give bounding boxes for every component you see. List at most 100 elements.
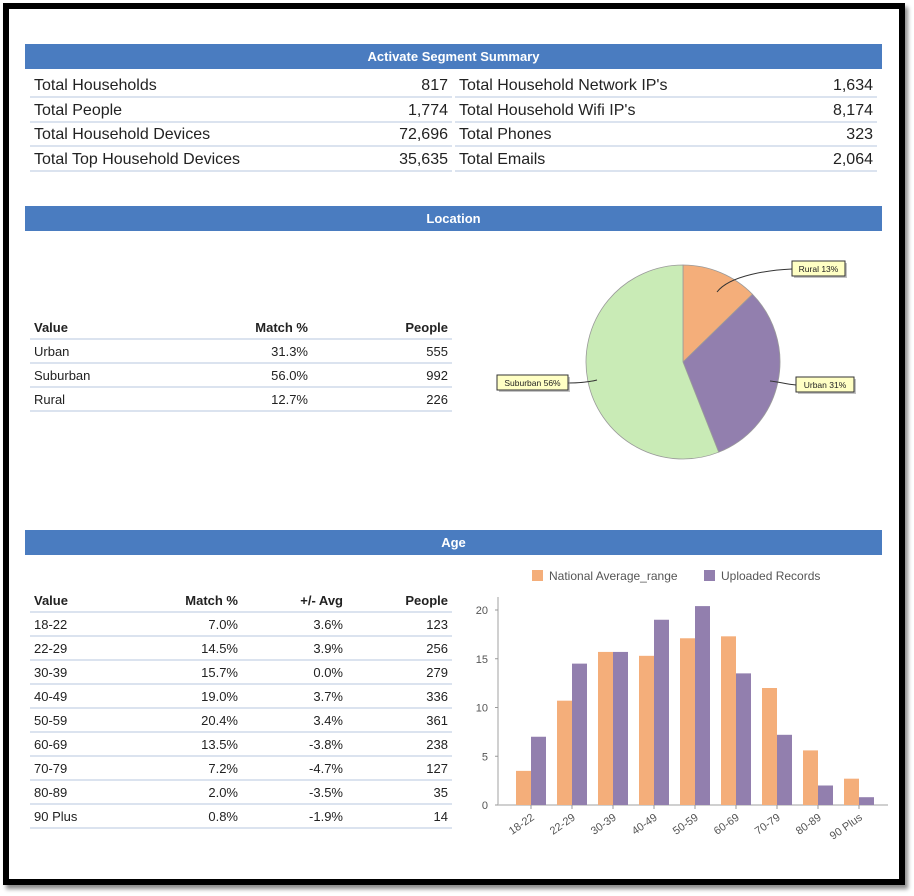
chart-legend: National Average_range Uploaded Records [532,569,820,583]
summary-row: Total People 1,774 [30,99,452,123]
pie-callout-label: Rural 13% [799,264,839,274]
table-cell: 0.8% [208,809,238,824]
summary-row: Total Household Wifi IP's 8,174 [455,99,877,123]
table-cell: 19.0% [201,689,238,704]
table-row: 90 Plus 0.8% -1.9% 14 [30,805,452,829]
table-row: 50-59 20.4% 3.4% 361 [30,709,452,733]
table-cell: 31.3% [271,344,308,359]
x-tick-label: 50-59 [671,812,701,838]
x-tick-label: 22-29 [548,812,578,838]
summary-label: Total Top Household Devices [34,150,241,168]
summary-value: 2,064 [832,150,873,168]
table-cell: 35 [433,785,448,800]
legend-swatch [704,570,715,581]
summary-label: Total Household Wifi IP's [459,101,636,119]
summary-value: 1,774 [407,101,448,119]
table-cell: 3.6% [313,617,343,632]
table-cell: 3.9% [313,641,343,656]
legend-label: National Average_range [549,569,678,583]
age-header: Age [25,530,882,555]
table-cell: -3.5% [309,785,343,800]
summary-value: 817 [421,77,448,94]
table-cell: 15.7% [201,665,238,680]
table-header-row: Value Match % +/- Avg People [30,589,452,613]
table-cell: 361 [426,713,448,728]
bar-uploaded-records [572,663,587,805]
bar-uploaded-records [818,785,833,805]
table-cell: 14 [433,809,448,824]
bar-uploaded-records [777,734,792,805]
table-row: Urban 31.3% 555 [30,340,452,364]
bar-uploaded-records [859,797,874,805]
table-cell: Suburban [34,368,91,383]
table-cell: 20.4% [201,713,238,728]
column-header: Match % [255,320,308,335]
x-tick-label: 18-22 [507,812,537,838]
table-cell: -4.7% [309,761,343,776]
bar-national-average [721,636,736,805]
bar-national-average [598,651,613,805]
x-tick-label: 60-69 [712,812,742,838]
table-cell: 3.7% [313,689,343,704]
table-cell: 12.7% [271,392,308,407]
bar-national-average [762,688,777,805]
summary-label: Total Household Network IP's [459,77,668,94]
y-tick-label: 15 [476,654,488,666]
table-row: 80-89 2.0% -3.5% 35 [30,781,452,805]
table-row: 60-69 13.5% -3.8% 238 [30,733,452,757]
pie-callout-label: Urban 31% [804,380,847,390]
table-cell: 50-59 [34,713,68,728]
table-cell: 13.5% [201,737,238,752]
table-cell: 3.4% [313,713,343,728]
location-pie-chart: Rural 13% Urban 31% Suburban 56% [496,260,856,460]
table-row: 22-29 14.5% 3.9% 256 [30,637,452,661]
table-cell: 56.0% [271,368,308,383]
bar-uploaded-records [654,619,669,805]
y-tick-label: 5 [482,751,488,763]
table-cell: 256 [426,641,448,656]
table-cell: 992 [426,368,448,383]
column-header: Match % [185,593,238,608]
summary-row: Total Household Network IP's 1,634 [455,74,877,98]
summary-row: Total Household Devices 72,696 [30,123,452,147]
table-cell: 238 [426,737,448,752]
summary-label: Total Emails [459,150,546,168]
summary-label: Total Households [34,77,157,94]
table-cell: 14.5% [201,641,238,656]
summary-value: 35,635 [399,150,448,168]
table-cell: -1.9% [309,809,343,824]
legend-swatch [532,570,543,581]
age-bar-chart: National Average_range Uploaded Records 0 5… [476,569,888,843]
table-cell: 123 [426,617,448,632]
table-cell: 7.2% [208,761,238,776]
summary-label: Total Household Devices [34,126,211,143]
column-header: +/- Avg [300,593,343,608]
summary-row: Total Phones 323 [455,123,877,147]
bar-national-average [557,700,572,805]
bar-uploaded-records [736,673,751,805]
table-cell: 127 [426,761,448,776]
x-tick-label: 40-49 [630,812,660,838]
table-row: 70-79 7.2% -4.7% 127 [30,757,452,781]
table-row: Suburban 56.0% 992 [30,364,452,388]
column-header: People [405,320,448,335]
pie-callout-label: Suburban 56% [504,378,561,388]
table-cell: 22-29 [34,641,68,656]
summary-row: Total Top Household Devices 35,635 [30,148,452,172]
table-cell: 70-79 [34,761,68,776]
table-cell: 60-69 [34,737,68,752]
table-row: Rural 12.7% 226 [30,388,452,412]
summary-label: Total Phones [459,126,552,143]
table-cell: 40-49 [34,689,68,704]
table-cell: 2.0% [208,785,238,800]
column-header: Value [34,320,68,335]
table-cell: 18-22 [34,617,68,632]
x-tick-label: 30-39 [589,812,619,838]
bar-national-average [844,778,859,805]
x-tick-label: 70-79 [753,812,783,838]
table-cell: 7.0% [208,617,238,632]
bar-national-average [680,638,695,805]
table-cell: 90 Plus [34,809,78,824]
x-tick-label: 90 Plus [828,811,865,842]
table-row: 18-22 7.0% 3.6% 123 [30,613,452,637]
